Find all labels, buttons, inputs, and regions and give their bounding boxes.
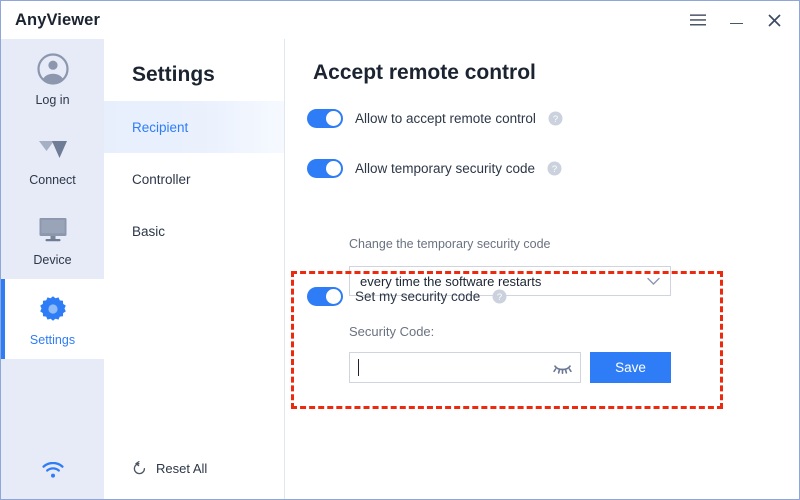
setting-label: Set my security code [355,289,481,304]
window-controls [679,1,793,39]
app-logo-title: AnyViewer [15,11,100,29]
close-icon [767,13,781,27]
hamburger-icon [690,14,706,26]
toggle-knob [326,289,341,304]
text-caret [358,359,359,376]
settings-nav-list: Recipient Controller Basic [104,101,284,257]
rail-item-connect[interactable]: Connect [1,119,104,199]
rail-status-area [1,441,104,499]
rail-item-label: Device [33,252,72,267]
minimize-icon [729,22,743,25]
help-icon[interactable]: ? [492,289,507,304]
nav-item-controller[interactable]: Controller [104,153,284,205]
wifi-icon[interactable] [41,461,64,479]
anyviewer-window: AnyViewer Log in Connect Device Settings… [0,0,800,500]
rail-item-label: Connect [29,172,76,187]
temp-code-label: Change the temporary security code [349,237,551,251]
setting-label: Allow to accept remote control [355,111,536,126]
left-rail: Log in Connect Device Settings [1,39,104,499]
rail-item-device[interactable]: Device [1,199,104,279]
setting-row-allow-accept-remote-control: Allow to accept remote control ? [307,109,563,128]
toggle-knob [326,161,341,176]
reset-all-label: Reset All [156,461,208,476]
help-icon[interactable]: ? [547,161,562,176]
settings-nav-column: Settings Recipient Controller Basic Rese… [104,39,285,499]
page-title: Settings [132,63,215,86]
setting-row-set-my-security-code: Set my security code ? [307,287,507,306]
main-panel: Accept remote control Allow to accept re… [285,39,799,499]
rail-item-label: Log in [35,92,70,107]
nav-item-basic[interactable]: Basic [104,205,284,257]
setting-row-allow-temporary-security-code: Allow temporary security code ? [307,159,562,178]
security-code-input[interactable] [349,352,581,383]
close-button[interactable] [755,5,793,35]
reset-all-button[interactable]: Reset All [132,461,207,476]
title-bar: AnyViewer [1,1,799,39]
toggle-allow-accept-remote-control[interactable] [307,109,343,128]
menu-button[interactable] [679,5,717,35]
rail-item-label: Settings [29,332,76,347]
reset-arrow-icon [133,461,146,475]
save-button[interactable]: Save [590,352,671,383]
eye-off-icon[interactable] [553,361,572,375]
rail-item-login[interactable]: Log in [1,39,104,119]
minimize-button[interactable] [717,5,755,35]
rail-item-settings[interactable]: Settings [1,279,104,359]
security-code-label: Security Code: [349,324,435,339]
nav-item-label: Basic [132,223,166,239]
toggle-set-my-security-code[interactable] [307,287,343,306]
toggle-allow-temporary-security-code[interactable] [307,159,343,178]
toggle-knob [326,111,341,126]
nav-item-label: Controller [132,171,191,187]
monitor-icon [39,217,66,241]
user-circle-icon [36,52,69,85]
help-icon[interactable]: ? [548,111,563,126]
svg-text:?: ? [552,164,557,175]
setting-label: Allow temporary security code [355,161,536,176]
nav-item-recipient[interactable]: Recipient [104,101,284,153]
section-title: Accept remote control [313,61,536,84]
connect-icon [38,140,67,158]
svg-text:?: ? [497,292,502,303]
gear-icon [39,295,66,321]
nav-item-label: Recipient [132,119,189,135]
svg-text:?: ? [553,114,558,125]
